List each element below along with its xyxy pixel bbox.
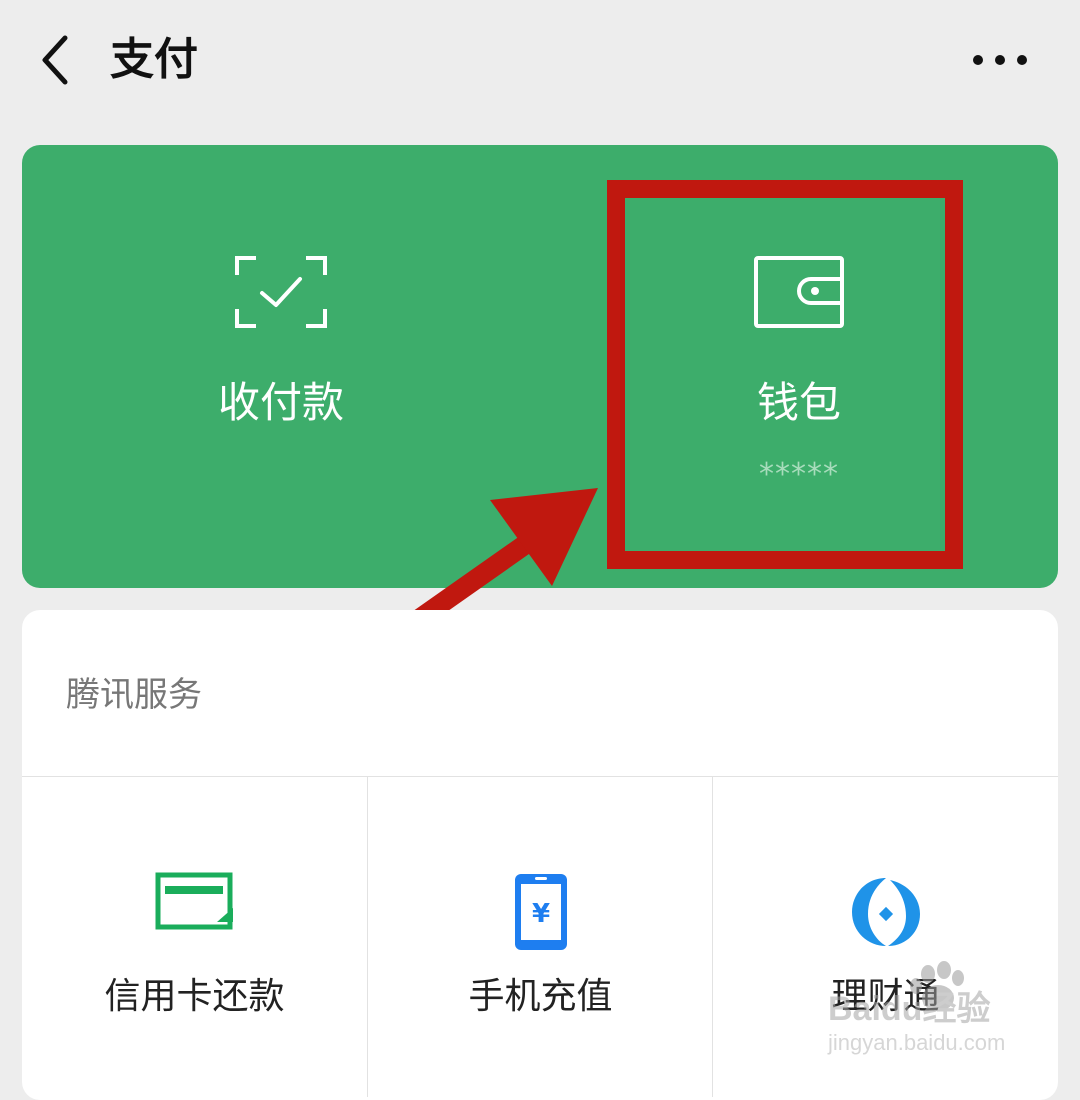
service-phone-topup[interactable]: ¥ 手机充值: [367, 777, 713, 1097]
services-card: 腾讯服务 信用卡还款 ¥ 手机充值 理财通: [22, 610, 1058, 1100]
service-label: 手机充值: [468, 976, 613, 1017]
services-section-title: 腾讯服务: [66, 675, 202, 715]
receive-pay-label: 收付款: [217, 378, 344, 427]
more-button[interactable]: [960, 35, 1040, 85]
phone-topup-icon: ¥: [514, 874, 567, 950]
services-grid: 信用卡还款 ¥ 手机充值 理财通: [22, 777, 1058, 1097]
service-credit-card-repay[interactable]: 信用卡还款: [22, 777, 367, 1097]
service-label: 信用卡还款: [104, 976, 285, 1017]
wallet-balance-masked: *****: [759, 457, 839, 492]
chevron-left-icon: [42, 35, 68, 85]
nav-bar: 支付: [0, 0, 1080, 120]
service-label: 理财通: [831, 976, 940, 1017]
licaitong-icon: [851, 878, 920, 946]
page-title: 支付: [110, 34, 198, 85]
scan-check-icon: [235, 256, 327, 328]
svg-text:¥: ¥: [531, 899, 549, 929]
wallet-button[interactable]: 钱包 *****: [540, 145, 1058, 588]
service-licaitong[interactable]: 理财通: [712, 777, 1058, 1097]
payment-card: 收付款 钱包 *****: [22, 145, 1058, 588]
wallet-icon: [754, 256, 844, 328]
more-horizontal-icon: [973, 55, 1027, 65]
credit-card-icon: [155, 872, 233, 930]
receive-pay-button[interactable]: 收付款: [22, 145, 540, 588]
back-button[interactable]: [30, 30, 80, 90]
wallet-label: 钱包: [756, 378, 841, 427]
